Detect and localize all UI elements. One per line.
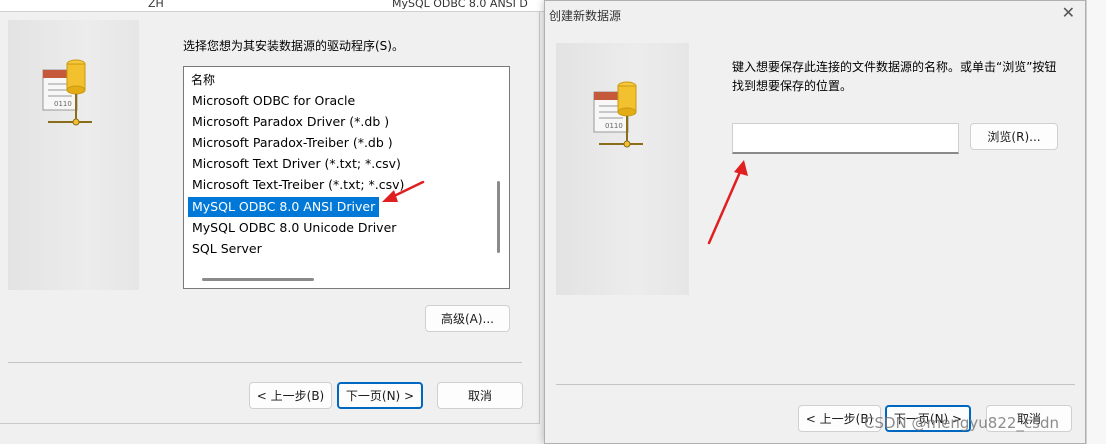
annotation-arrows-layer xyxy=(382,160,748,245)
annotation-arrow-to-input xyxy=(707,160,748,245)
watermark-text: CSDN @mengyu822_csdn xyxy=(864,414,1060,432)
annotation-arrow-to-driver xyxy=(382,180,425,202)
